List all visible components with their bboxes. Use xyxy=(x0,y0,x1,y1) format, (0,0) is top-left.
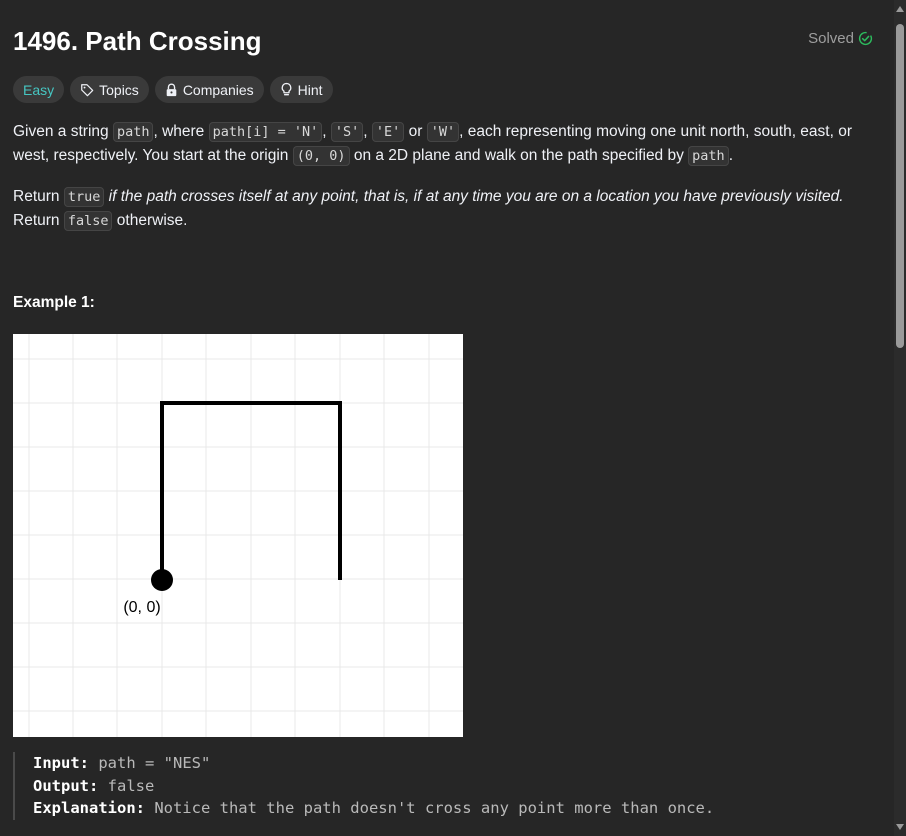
inline-code: true xyxy=(63,187,105,207)
text: or xyxy=(404,123,427,140)
text: Return xyxy=(13,188,64,205)
scroll-up-arrow-icon[interactable] xyxy=(896,6,904,12)
problem-page: 1496. Path Crossing Solved Easy Topics C… xyxy=(0,0,906,836)
vertical-scrollbar[interactable] xyxy=(894,0,906,836)
text: . xyxy=(728,147,733,164)
hint-label: Hint xyxy=(297,81,323,98)
check-circle-icon xyxy=(858,31,873,46)
text: , where xyxy=(153,123,209,140)
path-diagram: (0, 0) xyxy=(13,334,463,737)
title-row: 1496. Path Crossing Solved xyxy=(13,24,873,60)
example-figure: (0, 0) xyxy=(13,334,463,737)
output-value: false xyxy=(98,776,155,795)
example-title: Example 1: xyxy=(13,294,95,311)
topics-button[interactable]: Topics xyxy=(70,76,149,103)
text: , xyxy=(363,123,372,140)
scrollbar-thumb[interactable] xyxy=(896,24,904,348)
inline-code: (0, 0) xyxy=(292,146,350,166)
inline-code: 'E' xyxy=(371,122,405,142)
companies-button[interactable]: Companies xyxy=(154,76,264,103)
difficulty-label: Easy xyxy=(23,81,55,98)
tag-row: Easy Topics Companies Hint xyxy=(13,76,333,103)
origin-point xyxy=(151,569,173,591)
inline-code: path xyxy=(688,146,729,166)
hint-button[interactable]: Hint xyxy=(269,76,333,103)
inline-code: path xyxy=(112,122,154,142)
companies-label: Companies xyxy=(182,81,254,98)
scroll-down-arrow-icon[interactable] xyxy=(896,824,904,830)
explanation-line: Explanation: Notice that the path doesn'… xyxy=(33,797,714,820)
text: Return xyxy=(13,212,64,229)
example-io-block: Input: path = "NES" Output: false Explan… xyxy=(13,752,714,820)
explanation-value: Notice that the path doesn't cross any p… xyxy=(144,799,715,817)
output-line: Output: false xyxy=(33,775,714,798)
solved-status: Solved xyxy=(808,30,873,47)
difficulty-badge: Easy xyxy=(13,76,65,103)
output-label: Output: xyxy=(33,776,99,795)
inline-code: 'S' xyxy=(330,122,364,142)
text: Given a string xyxy=(13,123,113,140)
emphasis-text: if the path crosses itself at any point,… xyxy=(104,188,844,205)
lock-icon xyxy=(165,83,178,97)
lightbulb-icon xyxy=(280,82,293,97)
grid-lines xyxy=(13,334,463,737)
origin-label: (0, 0) xyxy=(123,599,160,616)
inline-code: path[i] = 'N' xyxy=(208,122,323,142)
inline-code: false xyxy=(63,211,113,231)
explanation-label: Explanation: xyxy=(33,799,145,817)
text: on a 2D plane and walk on the path speci… xyxy=(349,147,689,164)
input-label: Input: xyxy=(33,754,89,772)
topics-label: Topics xyxy=(99,81,139,98)
description-paragraph-1: Given a string path, where path[i] = 'N'… xyxy=(13,120,873,168)
description-paragraph-2: Return true if the path crosses itself a… xyxy=(13,185,873,233)
text: , xyxy=(322,123,331,140)
input-line: Input: path = "NES" xyxy=(33,752,714,775)
input-value: path = "NES" xyxy=(89,754,211,772)
problem-title[interactable]: 1496. Path Crossing xyxy=(13,24,262,58)
solved-label: Solved xyxy=(808,30,854,47)
text: otherwise. xyxy=(112,212,188,229)
tag-icon xyxy=(80,83,94,97)
inline-code: 'W' xyxy=(426,122,460,142)
